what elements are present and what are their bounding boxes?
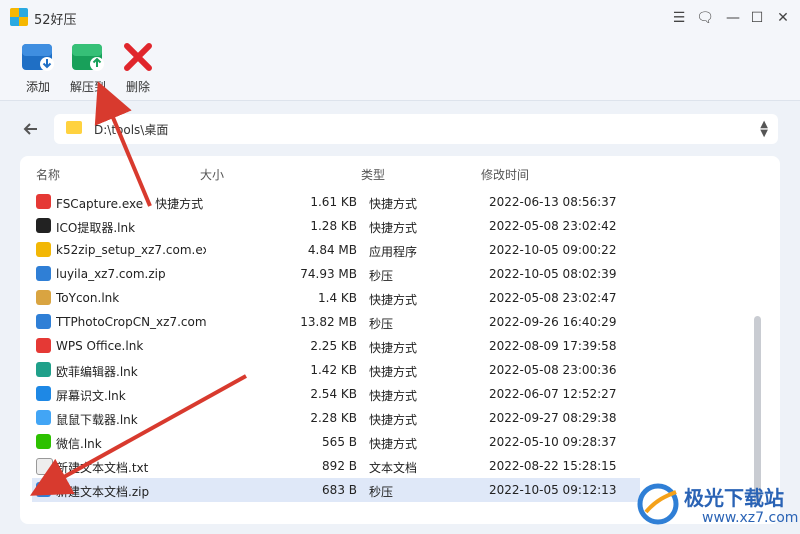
watermark-url: www.xz7.com bbox=[702, 510, 799, 526]
watermark: 极光下载站 www.xz7.com bbox=[636, 476, 800, 534]
watermark-logo-icon bbox=[637, 483, 679, 525]
arrow-to-extract bbox=[94, 81, 152, 207]
annotation-arrows bbox=[30, 81, 247, 496]
watermark-brand: 极光下载站 bbox=[684, 486, 784, 510]
arrow-to-zip-file bbox=[30, 374, 247, 496]
